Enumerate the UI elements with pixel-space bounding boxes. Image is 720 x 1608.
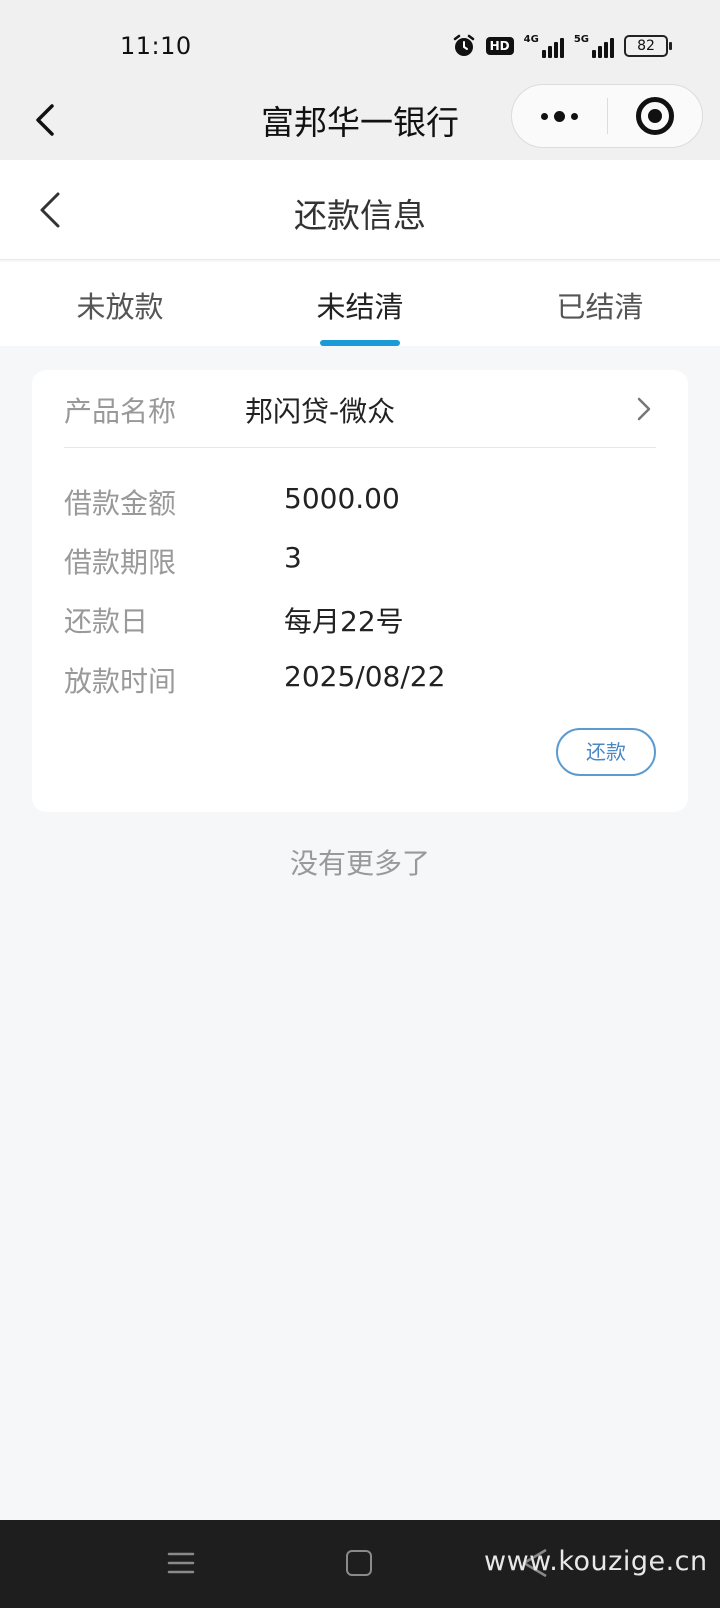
target-icon	[636, 97, 674, 135]
more-dot-icon	[554, 110, 565, 122]
tab-active-indicator	[320, 340, 400, 346]
tab-label: 未放款	[76, 290, 164, 324]
mini-program-bar: 富邦华一银行	[0, 80, 720, 160]
loan-amount-value: 5000.00	[284, 482, 400, 515]
capsule-menu	[511, 84, 703, 148]
alarm-icon	[453, 34, 474, 56]
status-icons: HD 4G 5G 82	[452, 34, 672, 58]
loan-term-value: 3	[284, 541, 302, 574]
product-label: 产品名称	[64, 395, 177, 428]
chevron-right-icon	[637, 397, 651, 421]
close-mini-program-button[interactable]	[608, 85, 702, 147]
signal-5g-label: 5G	[573, 34, 589, 45]
signal-4g-icon: 4G	[524, 34, 564, 58]
tab-unreleased[interactable]: 未放款	[0, 262, 240, 346]
signal-5g-icon: 5G	[574, 34, 614, 58]
status-bar: 11:10 HD 4G 5G 82	[0, 0, 720, 80]
detail-label: 借款金额	[64, 487, 177, 520]
tab-settled[interactable]: 已结清	[480, 262, 720, 346]
repay-button[interactable]: 还款	[556, 728, 656, 776]
watermark-text: www.kouzige.cn	[484, 1546, 708, 1577]
detail-label: 借款期限	[64, 546, 177, 579]
product-row[interactable]: 产品名称 邦闪贷-微众	[64, 370, 656, 448]
repayment-day-value: 每月22号	[284, 605, 404, 638]
menu-icon[interactable]	[166, 1548, 196, 1578]
detail-label: 放款时间	[64, 665, 177, 698]
home-icon[interactable]	[346, 1550, 372, 1576]
tab-outstanding[interactable]: 未结清	[240, 262, 480, 346]
status-time: 11:10	[120, 32, 192, 60]
tab-bar: 未放款 未结清 已结清	[0, 262, 720, 346]
no-more-text: 没有更多了	[289, 847, 430, 880]
page: 11:10 HD 4G 5G 82 富邦华一银行 还款信息 未放款 未结清 已结…	[0, 0, 720, 1608]
disbursement-time-value: 2025/08/22	[284, 660, 446, 693]
battery-icon: 82	[624, 35, 672, 57]
tab-label: 未结清	[316, 290, 404, 324]
more-dot-icon	[541, 112, 548, 120]
detail-label: 还款日	[64, 605, 149, 638]
loan-card: 产品名称 邦闪贷-微众 借款金额 5000.00 借款期限 3 还款日 每月22…	[32, 370, 688, 812]
signal-4g-label: 4G	[523, 34, 539, 45]
system-nav-bar: www.kouzige.cn	[0, 1520, 720, 1608]
page-title: 还款信息	[294, 196, 426, 235]
hd-icon: HD	[485, 37, 514, 55]
page-header: 还款信息	[0, 160, 720, 260]
more-options-button[interactable]	[512, 85, 607, 147]
product-value: 邦闪贷-微众	[245, 395, 396, 428]
tab-label: 已结清	[556, 290, 644, 324]
more-dot-icon	[571, 112, 578, 120]
